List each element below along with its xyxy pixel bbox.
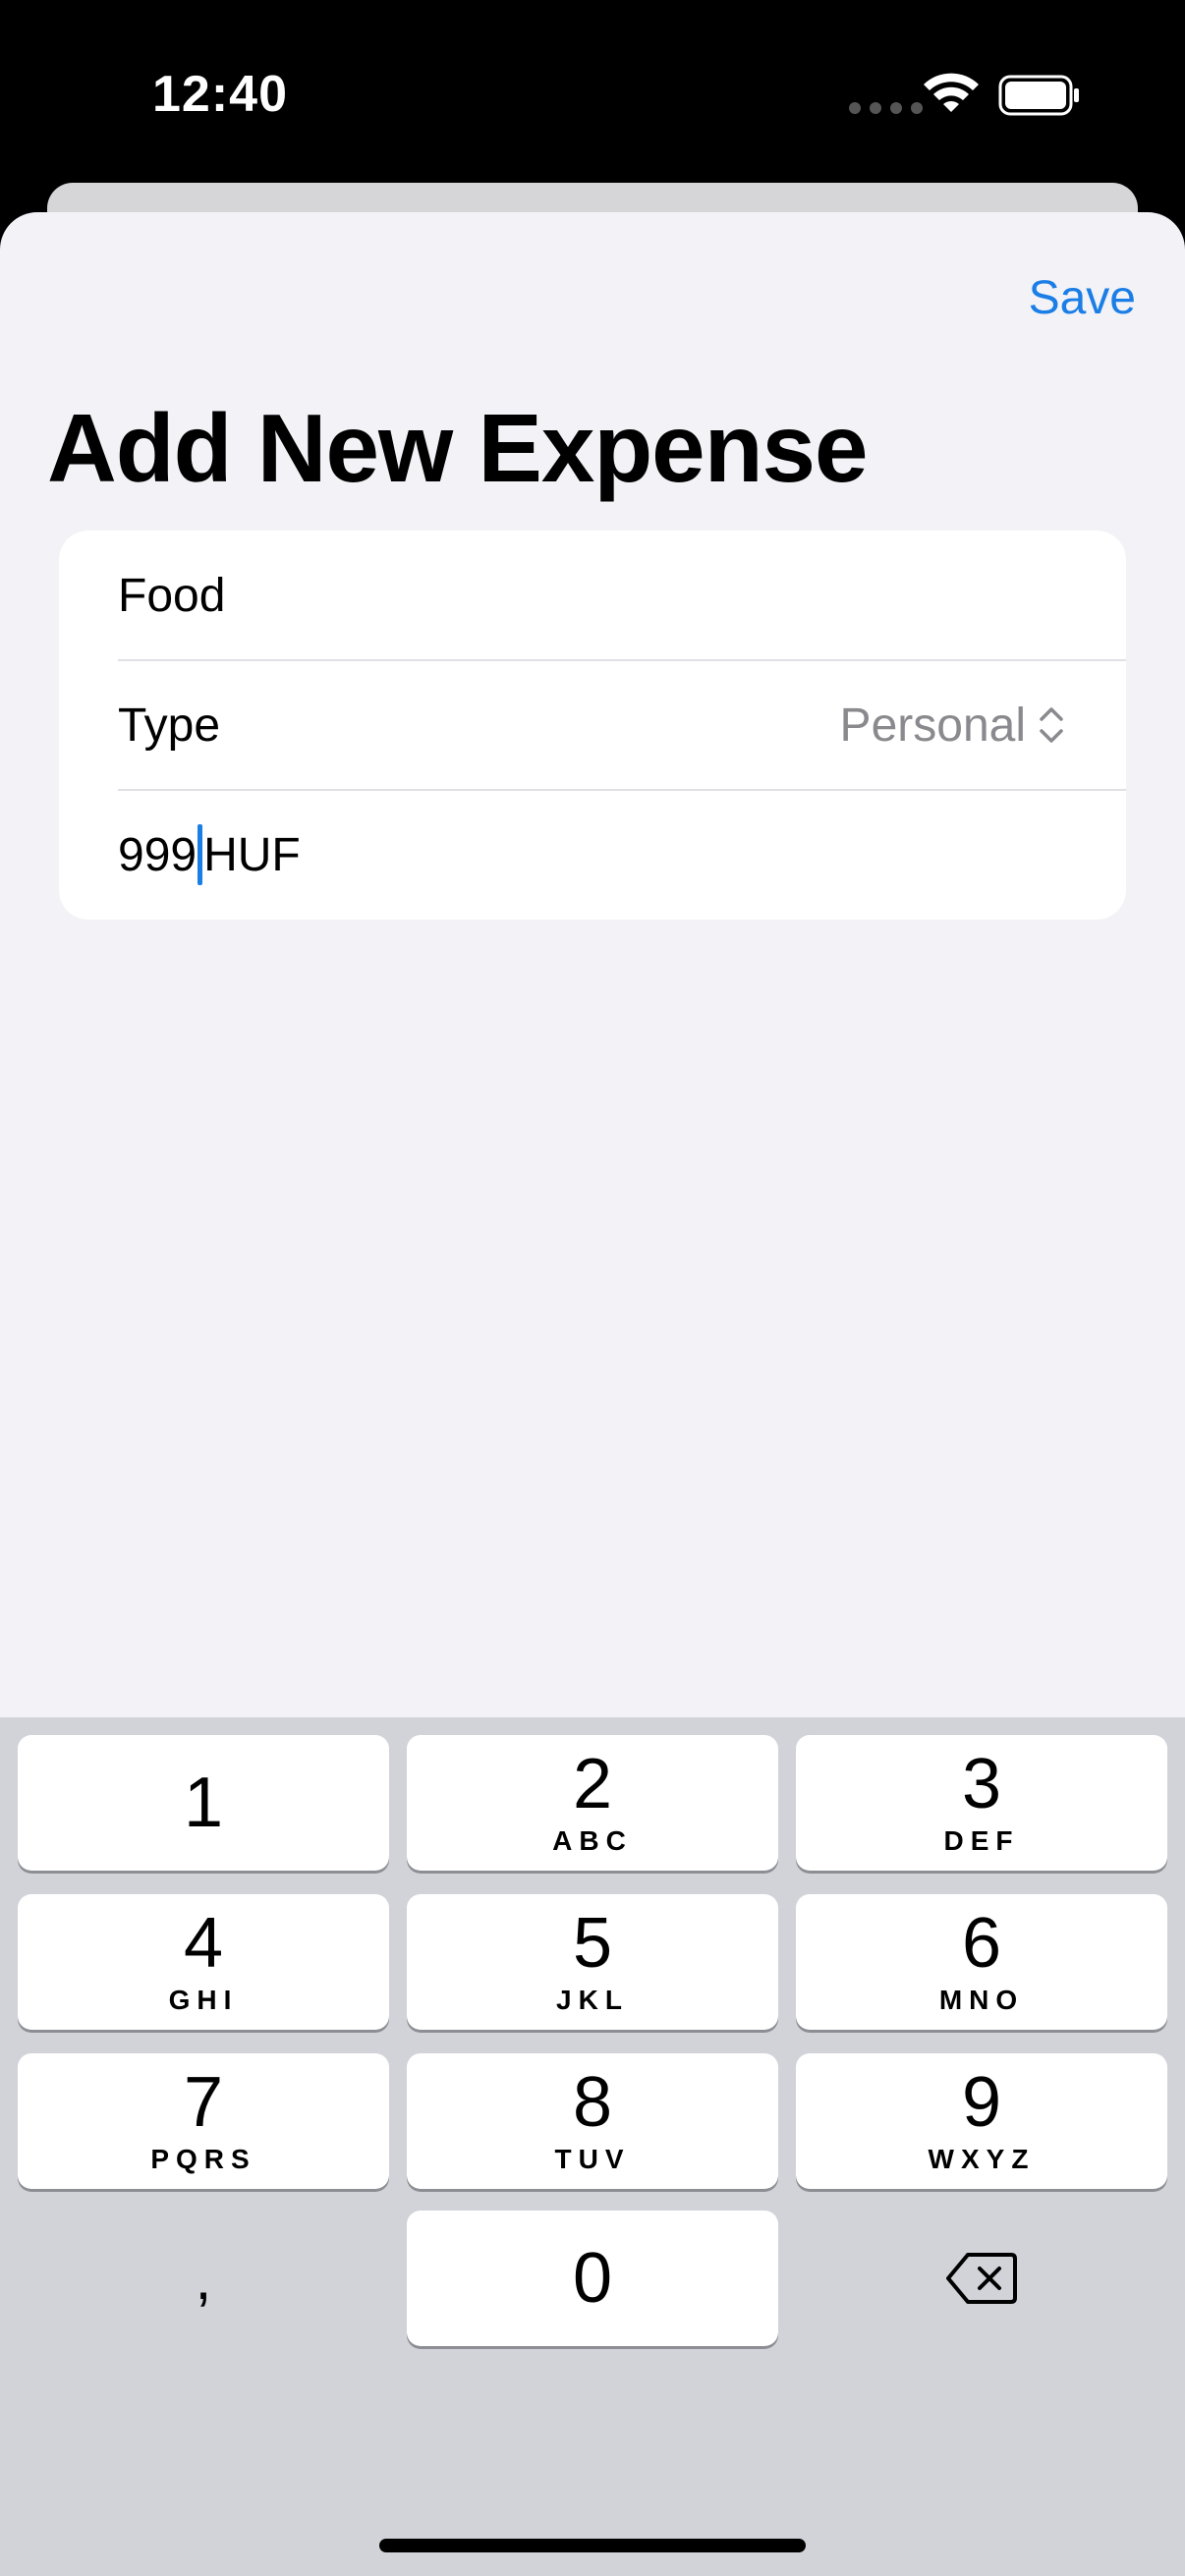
key-7[interactable]: 7 PQRS <box>18 2053 389 2189</box>
key-digit: 9 <box>961 2063 1002 2142</box>
key-4[interactable]: 4 GHI <box>18 1894 389 2030</box>
status-time: 12:40 <box>152 66 288 123</box>
save-button[interactable]: Save <box>1029 271 1136 325</box>
key-8[interactable]: 8 TUV <box>407 2053 778 2189</box>
key-5[interactable]: 5 JKL <box>407 1894 778 2030</box>
key-digit: 1 <box>183 1764 224 1842</box>
currency-label: HUF <box>203 828 301 881</box>
key-3[interactable]: 3 DEF <box>796 1735 1167 1871</box>
wifi-icon <box>924 73 979 112</box>
key-digit: 2 <box>572 1745 613 1823</box>
text-cursor <box>198 824 203 885</box>
numeric-keyboard: 1 2 ABC 3 DEF 4 GHI 5 JKL 6 MNO 7 PQRS 8… <box>0 1717 1185 2576</box>
key-1[interactable]: 1 <box>18 1735 389 1871</box>
page-title: Add New Expense <box>47 394 869 502</box>
amount-field[interactable]: 999 HUF <box>118 790 1126 920</box>
name-field[interactable]: Food <box>118 531 1126 660</box>
key-letters: ABC <box>552 1825 633 1856</box>
key-letters: MNO <box>938 1985 1025 2015</box>
type-picker[interactable]: Type Personal <box>118 660 1126 790</box>
key-letters: WXYZ <box>928 2144 1036 2174</box>
signal-dots-icon <box>849 102 923 114</box>
key-9[interactable]: 9 WXYZ <box>796 2053 1167 2189</box>
key-letters: DEF <box>943 1825 1020 1856</box>
key-digit: 5 <box>572 1904 613 1983</box>
comma-label: , <box>195 2245 212 2312</box>
key-digit: 4 <box>183 1904 224 1983</box>
key-digit: 0 <box>572 2239 613 2318</box>
key-letters: PQRS <box>150 2144 256 2174</box>
key-comma[interactable]: , <box>18 2211 389 2346</box>
expense-form: Food Type Personal 999 HUF <box>59 531 1126 920</box>
name-field-value: Food <box>118 569 226 622</box>
type-label: Type <box>118 699 221 752</box>
key-digit: 3 <box>961 1745 1002 1823</box>
amount-input[interactable]: 999 HUF <box>118 824 301 885</box>
chevron-up-down-icon <box>1040 707 1063 743</box>
key-6[interactable]: 6 MNO <box>796 1894 1167 2030</box>
battery-icon <box>998 75 1079 116</box>
delete-backspace-icon <box>946 2253 1017 2304</box>
key-letters: TUV <box>554 2144 631 2174</box>
status-bar: 12:40 <box>0 0 1185 187</box>
key-letters: GHI <box>168 1985 239 2015</box>
key-digit: 6 <box>961 1904 1002 1983</box>
type-picker-value[interactable]: Personal <box>840 699 1065 753</box>
amount-value: 999 <box>118 828 198 881</box>
key-digit: 8 <box>572 2063 613 2142</box>
home-indicator <box>379 2539 806 2552</box>
key-2[interactable]: 2 ABC <box>407 1735 778 1871</box>
delete-key[interactable] <box>796 2211 1167 2346</box>
type-value-label: Personal <box>839 699 1026 752</box>
key-letters: JKL <box>556 1985 629 2015</box>
key-0[interactable]: 0 <box>407 2211 778 2346</box>
key-digit: 7 <box>183 2063 224 2142</box>
